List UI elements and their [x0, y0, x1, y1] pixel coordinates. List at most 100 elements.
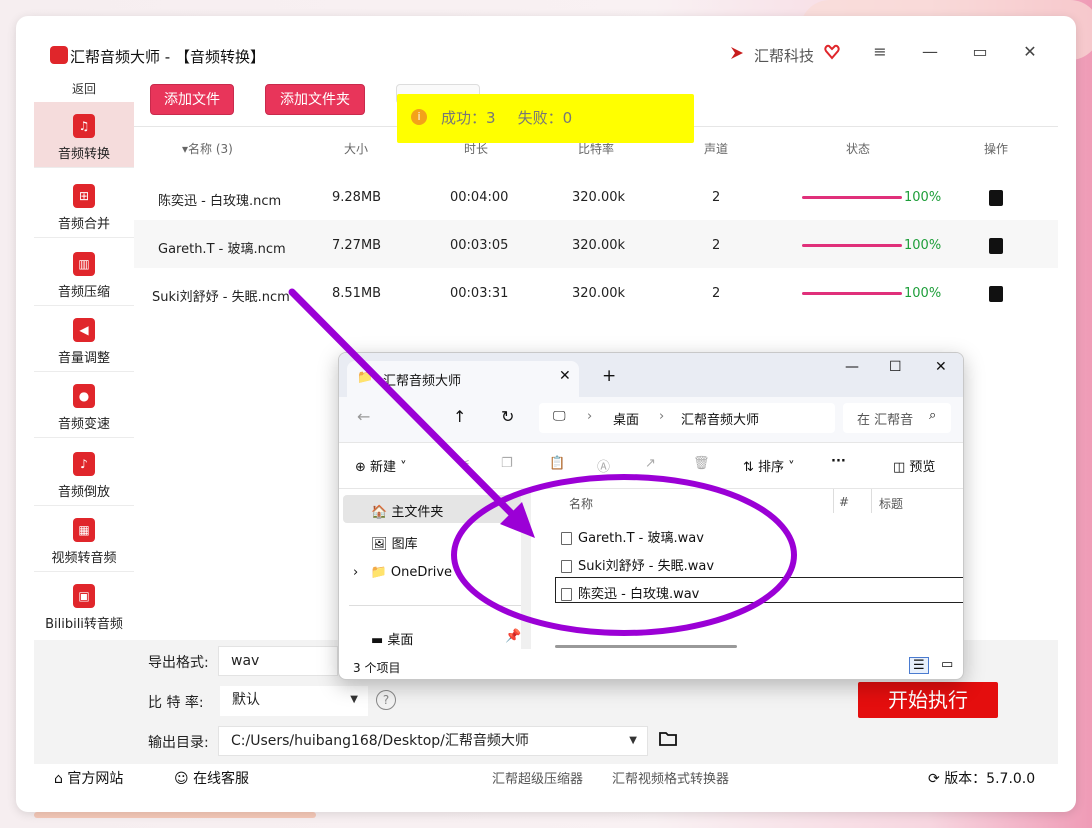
sidebar-item-video-to-audio[interactable]: ▦ 视频转音频 — [34, 506, 134, 572]
sidebar-item-audio-convert[interactable]: ♫ 音频转换 — [34, 102, 134, 168]
delete-icon[interactable] — [989, 190, 1003, 206]
rename-icon[interactable]: Ⓐ — [597, 456, 610, 475]
sidebar-item-bilibili[interactable]: ▣ Bilibili转音频 — [34, 572, 134, 638]
format-select[interactable]: wav — [218, 646, 338, 676]
refresh-icon: ⟳ — [928, 771, 940, 787]
col-header-name[interactable]: 名称 — [569, 495, 593, 512]
vip-heart-icon[interactable] — [824, 44, 840, 60]
explorer-maximize-icon[interactable]: ☐ — [889, 359, 902, 375]
folder-open-icon[interactable] — [659, 731, 679, 747]
more-button[interactable]: ··· — [831, 454, 846, 469]
file-item[interactable]: Suki刘舒妤 - 失眠.wav — [561, 555, 714, 574]
back-arrow-icon[interactable]: ← — [357, 407, 370, 426]
nav-item-onedrive[interactable]: › 📁 OneDrive — [353, 565, 452, 580]
cell-channels: 2 — [712, 286, 721, 301]
delete-icon[interactable]: 🗑 — [693, 456, 710, 471]
app-logo-icon — [50, 46, 68, 64]
website-link[interactable]: ⌂ 官方网站 — [54, 768, 123, 788]
maximize-icon[interactable]: ▭ — [970, 42, 990, 61]
details-view-icon[interactable]: ☰ — [909, 657, 929, 674]
col-size: 大小 — [344, 142, 369, 156]
sidebar-item-audio-compress[interactable]: ▥ 音频压缩 — [34, 240, 134, 306]
file-item[interactable]: 陈奕迅 - 白玫瑰.wav — [561, 583, 699, 602]
progress-bar — [802, 292, 902, 295]
explorer-tab[interactable] — [347, 361, 579, 397]
explorer-tab-title: 汇帮音频大师 — [383, 374, 462, 389]
output-path-select[interactable]: C:/Users/huibang168/Desktop/汇帮音频大师 ▼ — [218, 726, 648, 756]
close-icon[interactable]: ✕ — [1020, 42, 1040, 61]
brand-name: 汇帮科技 — [754, 47, 815, 65]
cell-bitrate: 320.00k — [572, 190, 626, 205]
mic-icon: ● — [73, 384, 95, 408]
help-icon[interactable]: ? — [376, 690, 396, 710]
minimize-icon[interactable]: — — [920, 42, 940, 61]
cell-bitrate: 320.00k — [572, 286, 626, 301]
tab-close-icon[interactable]: ✕ — [559, 368, 571, 384]
tiles-view-icon[interactable]: ▭ — [941, 657, 953, 672]
col-header-title[interactable]: 标题 — [879, 495, 903, 512]
format-label: 导出格式: — [148, 655, 209, 671]
delete-icon[interactable] — [989, 238, 1003, 254]
breadcrumb-folder[interactable]: 汇帮音频大师 — [681, 409, 759, 428]
sidebar-item-audio-merge[interactable]: ⊞ 音频合并 — [34, 172, 134, 238]
progress-percent: 100% — [904, 286, 942, 301]
up-arrow-icon[interactable]: ↑ — [453, 407, 466, 426]
copy-icon[interactable]: ❐ — [501, 456, 513, 471]
preview-button[interactable]: ◫ 预览 — [893, 456, 935, 475]
file-item[interactable]: Gareth.T - 玻璃.wav — [561, 527, 704, 546]
menu-icon[interactable]: ≡ — [870, 42, 890, 61]
search-icon: ⌕ — [929, 408, 937, 423]
audio-convert-icon: ♫ — [73, 114, 95, 138]
cell-duration: 00:04:00 — [450, 190, 509, 205]
compressor-link[interactable]: 汇帮超级压缩器 — [492, 768, 583, 787]
cell-bitrate: 320.00k — [572, 238, 626, 253]
version-info[interactable]: ⟳ 版本：5.7.0.0 — [928, 768, 1035, 788]
cut-icon[interactable]: ✂ — [459, 456, 470, 471]
new-tab-icon[interactable]: + — [602, 366, 616, 386]
breadcrumb-desktop[interactable]: 桌面 — [613, 409, 639, 428]
explorer-minimize-icon[interactable]: — — [845, 359, 859, 375]
chevron-down-icon: ▼ — [629, 735, 637, 746]
music-note-icon: ♪ — [73, 452, 95, 476]
cell-channels: 2 — [712, 238, 721, 253]
bitrate-select[interactable]: 默认 ▼ — [220, 686, 368, 716]
nav-item-home[interactable]: 🏠 主文件夹 — [371, 501, 443, 520]
col-name[interactable]: ▾名称 (3) — [182, 140, 233, 157]
col-action: 操作 — [984, 142, 1009, 156]
refresh-icon[interactable]: ↻ — [501, 407, 514, 426]
result-toast: i 成功：3 失败：0 — [397, 94, 694, 143]
horizontal-scrollbar[interactable] — [555, 645, 737, 648]
nav-item-desktop[interactable]: ▬ 桌面 — [371, 629, 413, 648]
start-button[interactable]: 开始执行 — [858, 682, 998, 718]
add-folder-button[interactable]: 添加文件夹 — [265, 84, 365, 115]
search-placeholder: 在 汇帮音 — [857, 413, 914, 428]
video-converter-link[interactable]: 汇帮视频格式转换器 — [612, 768, 729, 787]
cell-size: 8.51MB — [332, 286, 382, 301]
audio-file-icon — [561, 588, 572, 601]
pin-icon: 📌 — [505, 629, 522, 644]
folder-icon: 📁 — [357, 370, 374, 385]
support-link[interactable]: ☺ 在线客服 — [174, 768, 249, 788]
share-icon[interactable]: ↗ — [645, 456, 656, 471]
sidebar-item-speed[interactable]: ● 音频变速 — [34, 372, 134, 438]
sidebar-bottom — [34, 640, 134, 764]
sidebar-item-volume[interactable]: ◀ 音量调整 — [34, 306, 134, 372]
nav-scrollbar[interactable] — [521, 489, 531, 649]
sort-button[interactable]: ⇅ 排序 ˅ — [743, 456, 795, 475]
nav-item-gallery[interactable]: 🖼 图库 — [371, 533, 418, 552]
explorer-close-icon[interactable]: ✕ — [935, 359, 947, 375]
col-header-number[interactable]: # — [839, 495, 849, 509]
col-divider — [833, 489, 834, 513]
sidebar-item-reverse[interactable]: ♪ 音频倒放 — [34, 440, 134, 506]
home-icon: ⌂ — [54, 771, 63, 787]
delete-icon[interactable] — [989, 286, 1003, 302]
chevron-right-icon: › — [659, 409, 665, 424]
add-file-button[interactable]: 添加文件 — [150, 84, 234, 115]
progress-percent: 100% — [904, 238, 942, 253]
computer-icon: 🖵 — [553, 409, 566, 424]
output-label: 输出目录: — [148, 735, 209, 751]
back-button[interactable]: 返回 — [34, 80, 134, 97]
paste-icon[interactable]: 📋 — [549, 456, 565, 471]
progress-bar — [802, 244, 902, 247]
new-button[interactable]: ⊕ 新建 ˅ — [355, 456, 407, 475]
